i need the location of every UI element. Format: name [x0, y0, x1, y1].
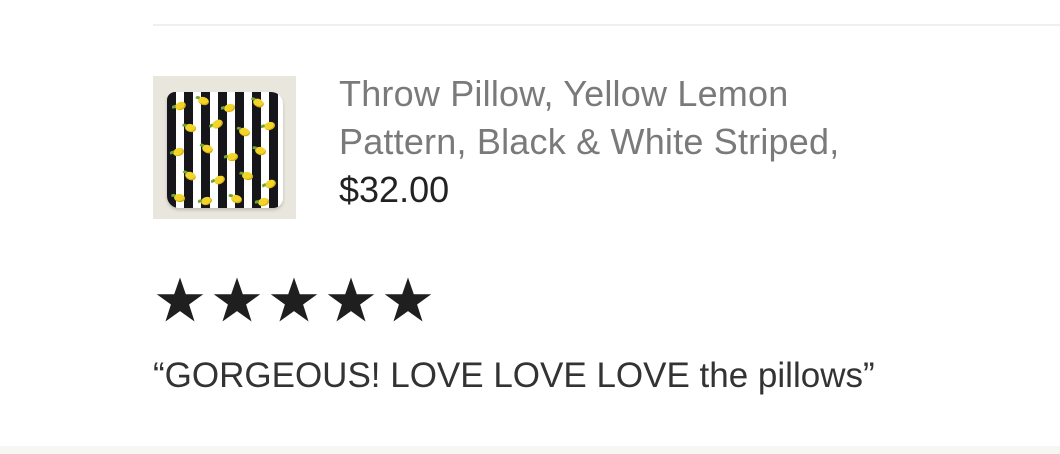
star-icon	[213, 277, 261, 322]
review-card: Throw Pillow, Yellow Lemon Pattern, Blac…	[0, 0, 1060, 454]
star-rating	[154, 276, 434, 324]
star-icon	[270, 277, 318, 322]
lemon-pattern-icon	[223, 102, 236, 114]
lemon-pattern-icon	[173, 100, 188, 112]
lemon-pattern-icon	[263, 120, 276, 132]
lemon-pattern-icon	[210, 117, 225, 131]
lemon-pattern-icon	[230, 193, 243, 205]
review-quote: “GORGEOUS! LOVE LOVE LOVE the pillows”	[153, 356, 875, 395]
product-price: $32.00	[339, 169, 450, 210]
lemon-pattern-icon	[241, 170, 254, 182]
product-title-line-1: Throw Pillow, Yellow Lemon	[339, 73, 789, 114]
lemon-pattern-icon	[200, 195, 213, 207]
lemon-pattern-icon	[237, 126, 252, 138]
product-image[interactable]	[153, 76, 296, 219]
pillow-image	[167, 92, 283, 208]
lemon-pattern-icon	[263, 178, 278, 190]
lemon-pattern-icon	[257, 196, 270, 208]
top-divider	[153, 24, 1060, 26]
bottom-divider	[0, 446, 1060, 454]
lemon-pattern-icon	[251, 97, 266, 109]
lemon-pattern-icon	[173, 193, 186, 203]
star-icon	[156, 277, 204, 322]
lemon-pattern-icon	[200, 143, 215, 155]
lemon-pattern-icon	[172, 146, 185, 158]
product-title-line-2: Pattern, Black & White Striped,	[339, 121, 840, 162]
lemon-pattern-icon	[254, 145, 267, 157]
lemon-pattern-icon	[184, 122, 197, 134]
lemon-pattern-icon	[197, 95, 210, 107]
star-icon	[327, 277, 375, 322]
product-title[interactable]: Throw Pillow, Yellow Lemon Pattern, Blac…	[339, 70, 959, 166]
lemon-pattern-icon	[226, 152, 239, 162]
lemon-pattern-icon	[183, 170, 198, 182]
lemon-pattern-icon	[212, 174, 227, 186]
star-icon	[384, 277, 432, 322]
